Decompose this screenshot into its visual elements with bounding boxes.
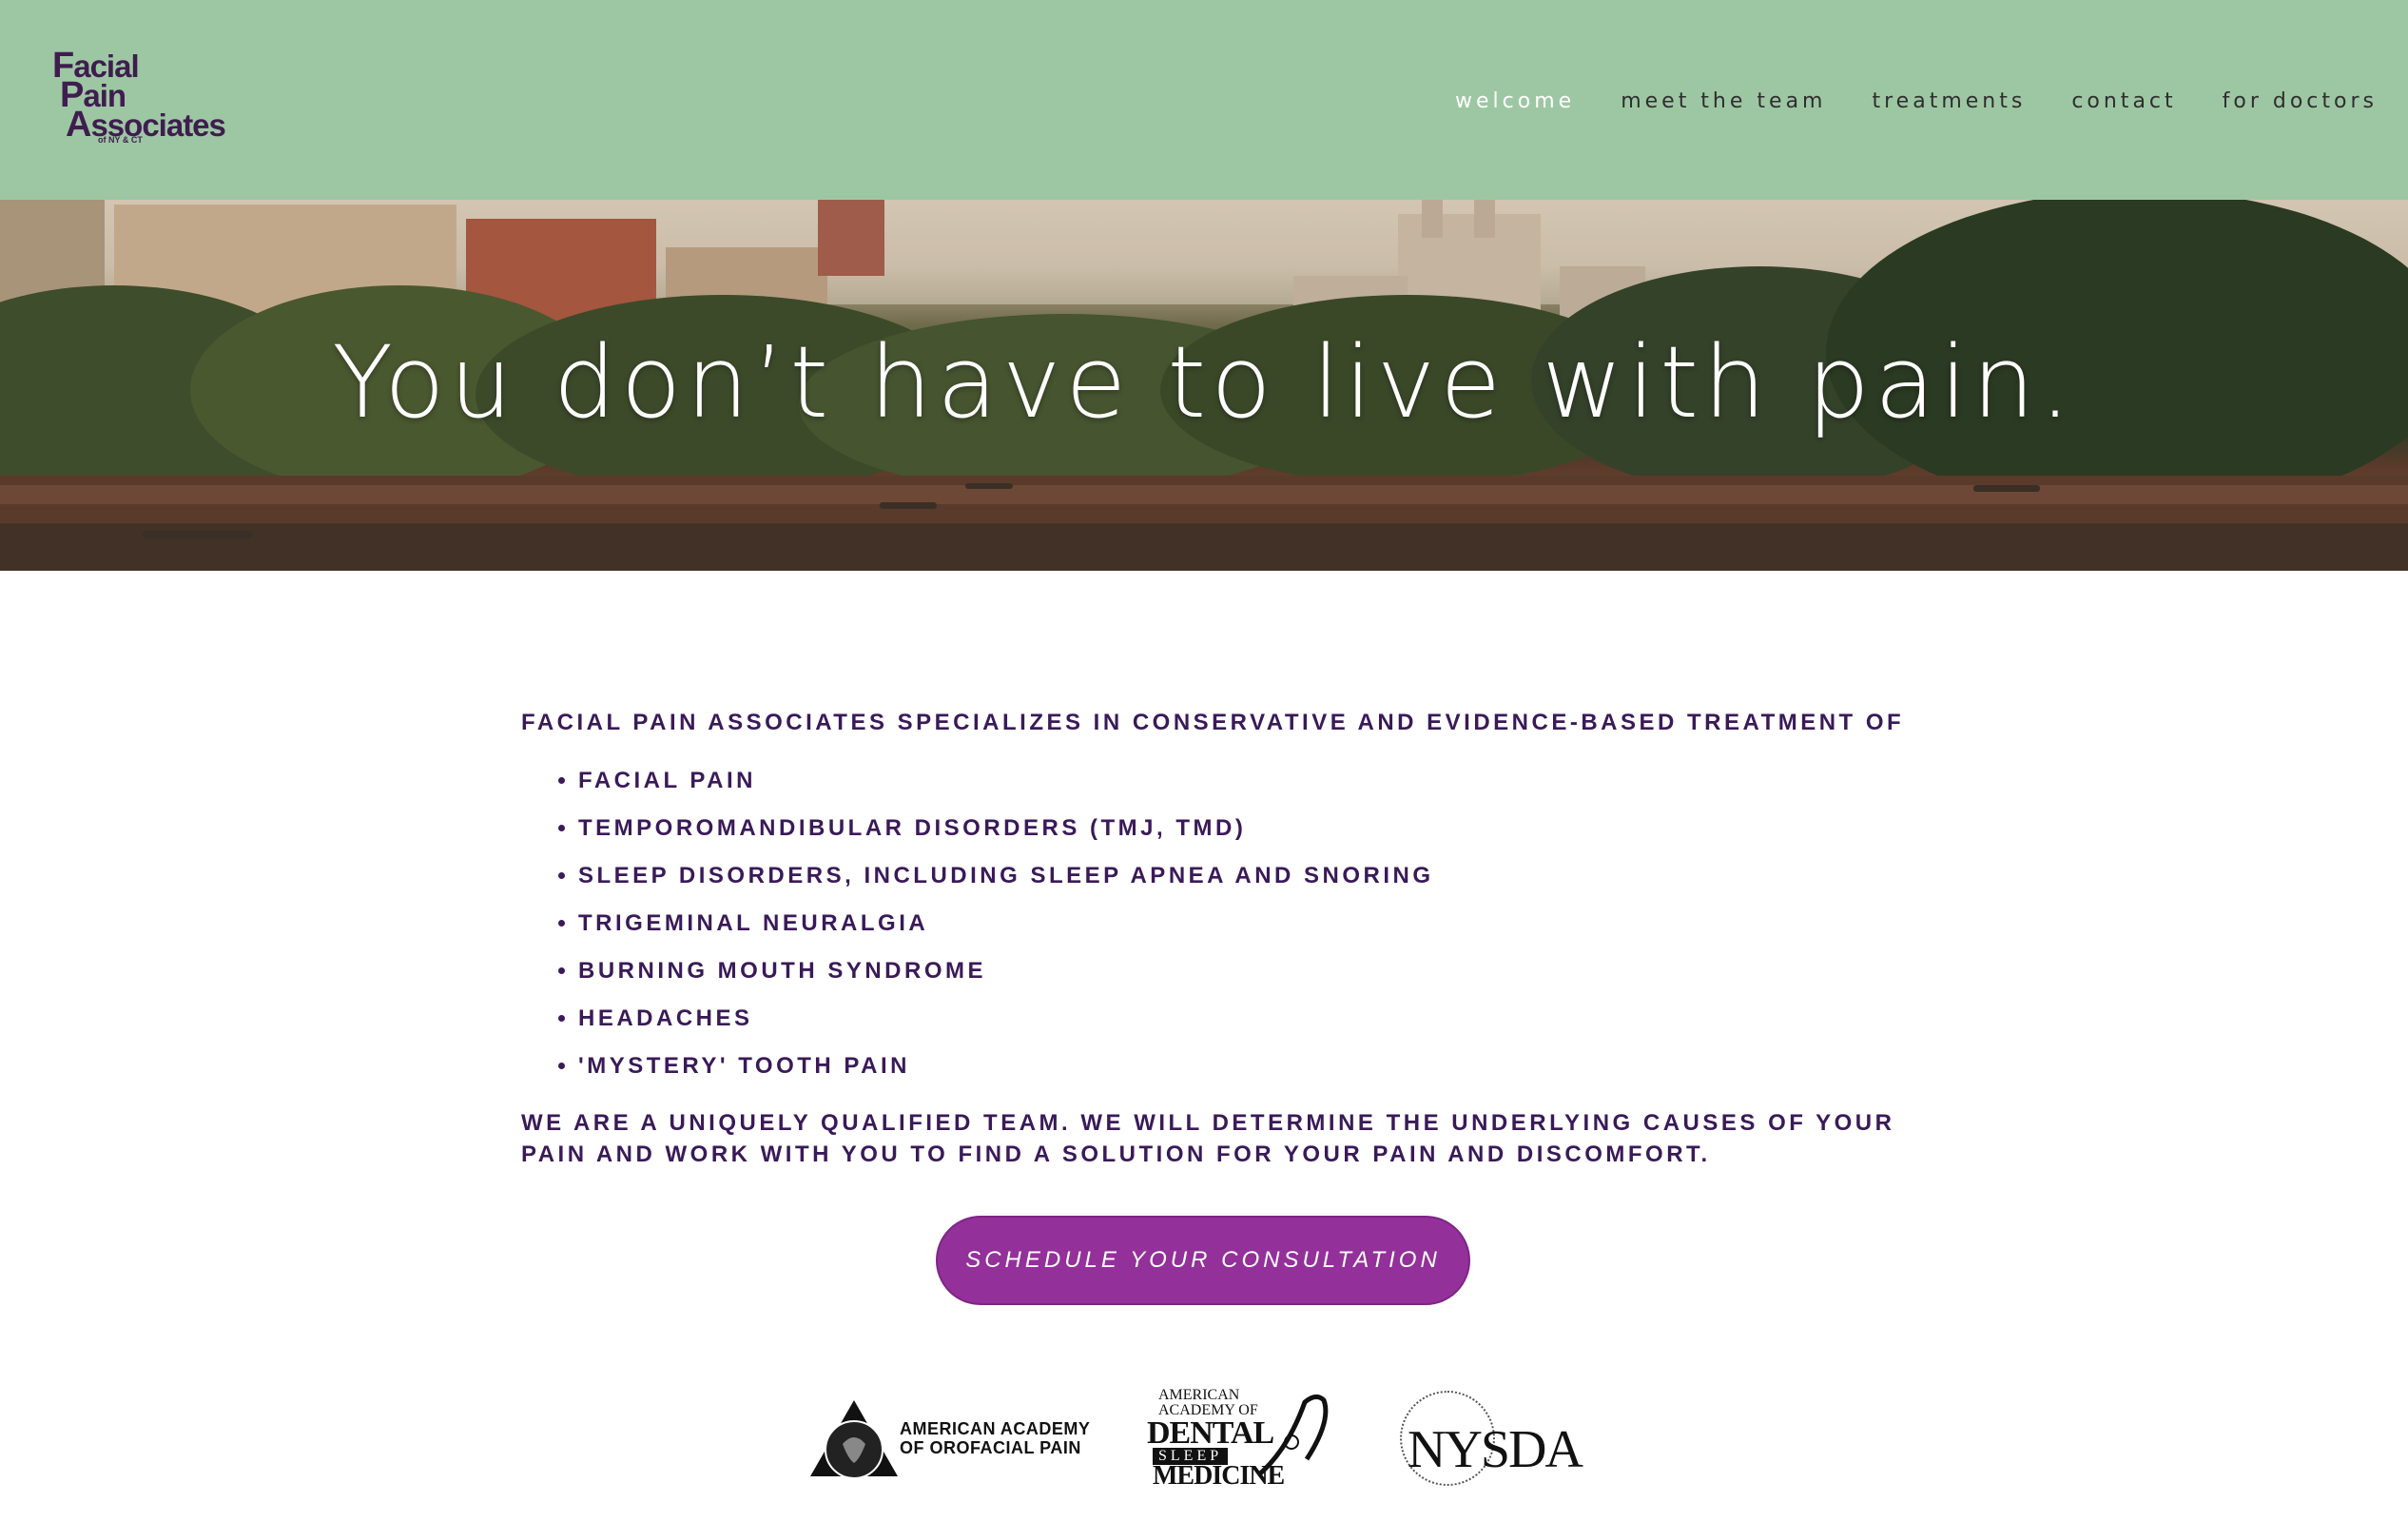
list-item: HEADACHES [578, 995, 1910, 1043]
site-header: Facial Pain Associates of NY & CT welcom… [0, 0, 2408, 200]
logo-subtitle: of NY & CT [98, 135, 143, 145]
hero-title: You don’t have to live with pain. [332, 324, 2076, 440]
list-item: TEMPOROMANDIBULAR DISORDERS (TMJ, TMD) [578, 805, 1910, 852]
nav-meet-the-team[interactable]: meet the team [1621, 89, 1826, 113]
list-item: BURNING MOUTH SYNDROME [578, 947, 1910, 995]
aaop-logo[interactable]: AMERICAN ACADEMY OF OROFACIAL PAIN [806, 1396, 1092, 1488]
list-item: SLEEP DISORDERS, INCLUDING SLEEP APNEA A… [578, 852, 1910, 900]
aaop-emblem-icon [810, 1400, 898, 1479]
logo[interactable]: Facial Pain Associates of NY & CT [52, 46, 226, 150]
intro-section: FACIAL PAIN ASSOCIATES SPECIALIZES IN CO… [521, 704, 1910, 1170]
main-nav: welcome meet the team treatments contact… [1455, 89, 2378, 113]
list-item: 'MYSTERY' TOOTH PAIN [578, 1043, 1910, 1090]
aadsm-swoosh-icon [1257, 1395, 1329, 1476]
schedule-consultation-button[interactable]: SCHEDULE YOUR CONSULTATION [936, 1216, 1470, 1305]
nav-for-doctors[interactable]: for doctors [2223, 89, 2378, 113]
list-item: FACIAL PAIN [578, 757, 1910, 805]
nav-contact[interactable]: contact [2071, 89, 2176, 113]
partner-logos: AMERICAN ACADEMY OF OROFACIAL PAIN AMERI… [0, 1370, 2408, 1503]
nav-treatments[interactable]: treatments [1872, 89, 2026, 113]
aadsm-logo[interactable]: AMERICAN ACADEMY OF DENTAL SLEEP MEDICIN… [1145, 1383, 1335, 1491]
hero-banner: You don’t have to live with pain. [0, 200, 2408, 571]
intro-text: FACIAL PAIN ASSOCIATES SPECIALIZES IN CO… [521, 710, 1905, 735]
nysda-wordmark: NYSDA [1408, 1420, 1583, 1479]
aaop-line-2: OF OROFACIAL PAIN [900, 1438, 1081, 1457]
nav-welcome[interactable]: welcome [1455, 89, 1575, 113]
nysda-logo[interactable]: NYSDA [1390, 1381, 1590, 1492]
list-item: TRIGEMINAL NEURALGIA [578, 900, 1910, 947]
aaop-line-1: AMERICAN ACADEMY [900, 1419, 1091, 1438]
conditions-list: FACIAL PAIN TEMPOROMANDIBULAR DISORDERS … [521, 757, 1910, 1090]
logo-letter-a: A [66, 105, 91, 145]
closing-text: WE ARE A UNIQUELY QUALIFIED TEAM. WE WIL… [521, 1110, 1895, 1167]
